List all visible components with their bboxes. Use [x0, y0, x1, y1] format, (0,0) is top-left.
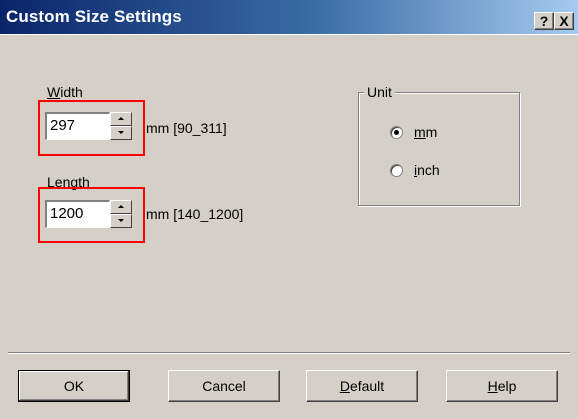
help-title-button[interactable]: ?: [534, 12, 554, 30]
dialog-title: Custom Size Settings: [6, 7, 182, 26]
arrow-down-icon: [118, 131, 124, 134]
unit-mm-accesskey: m: [414, 124, 426, 140]
width-label: Width: [47, 84, 83, 100]
unit-mm-radio[interactable]: [390, 126, 403, 139]
width-label-text: idth: [60, 84, 83, 100]
radio-selected-dot: [394, 130, 399, 135]
length-increment-button[interactable]: [110, 200, 132, 214]
length-input[interactable]: 1200: [45, 200, 110, 228]
unit-groupbox: [358, 92, 520, 206]
help-button[interactable]: Help: [446, 370, 558, 402]
bottom-separator: [8, 352, 570, 354]
arrow-up-icon: [118, 117, 124, 120]
close-title-button[interactable]: X: [554, 12, 574, 30]
unit-inch-label[interactable]: inch: [414, 162, 440, 178]
length-spinner[interactable]: 1200: [45, 200, 133, 228]
default-button[interactable]: Default: [306, 370, 418, 402]
unit-mm-label[interactable]: mm: [414, 124, 437, 140]
ok-button[interactable]: OK: [18, 370, 130, 402]
custom-size-dialog: Custom Size Settings ? X Width 297 mm [9…: [0, 0, 578, 419]
width-range: mm [90_311]: [146, 120, 227, 136]
width-spin-buttons: [110, 112, 132, 140]
width-increment-button[interactable]: [110, 112, 132, 126]
length-spin-buttons: [110, 200, 132, 228]
width-input[interactable]: 297: [45, 112, 110, 140]
title-bar[interactable]: Custom Size Settings ? X: [0, 0, 578, 35]
width-label-accesskey: W: [47, 84, 61, 100]
default-button-text: efault: [349, 378, 385, 394]
help-accesskey: H: [487, 378, 498, 394]
unit-mm-text: m: [425, 124, 438, 140]
default-accesskey: D: [339, 378, 350, 394]
unit-inch-radio[interactable]: [390, 164, 403, 177]
width-decrement-button[interactable]: [110, 126, 132, 140]
arrow-down-icon: [118, 219, 124, 222]
arrow-up-icon: [118, 205, 124, 208]
length-decrement-button[interactable]: [110, 214, 132, 228]
cancel-button[interactable]: Cancel: [168, 370, 280, 402]
length-range: mm [140_1200]: [146, 206, 244, 222]
unit-inch-text: nch: [417, 162, 440, 178]
width-spinner[interactable]: 297: [45, 112, 133, 140]
help-button-text: elp: [497, 378, 517, 394]
unit-group-title: Unit: [364, 84, 395, 100]
